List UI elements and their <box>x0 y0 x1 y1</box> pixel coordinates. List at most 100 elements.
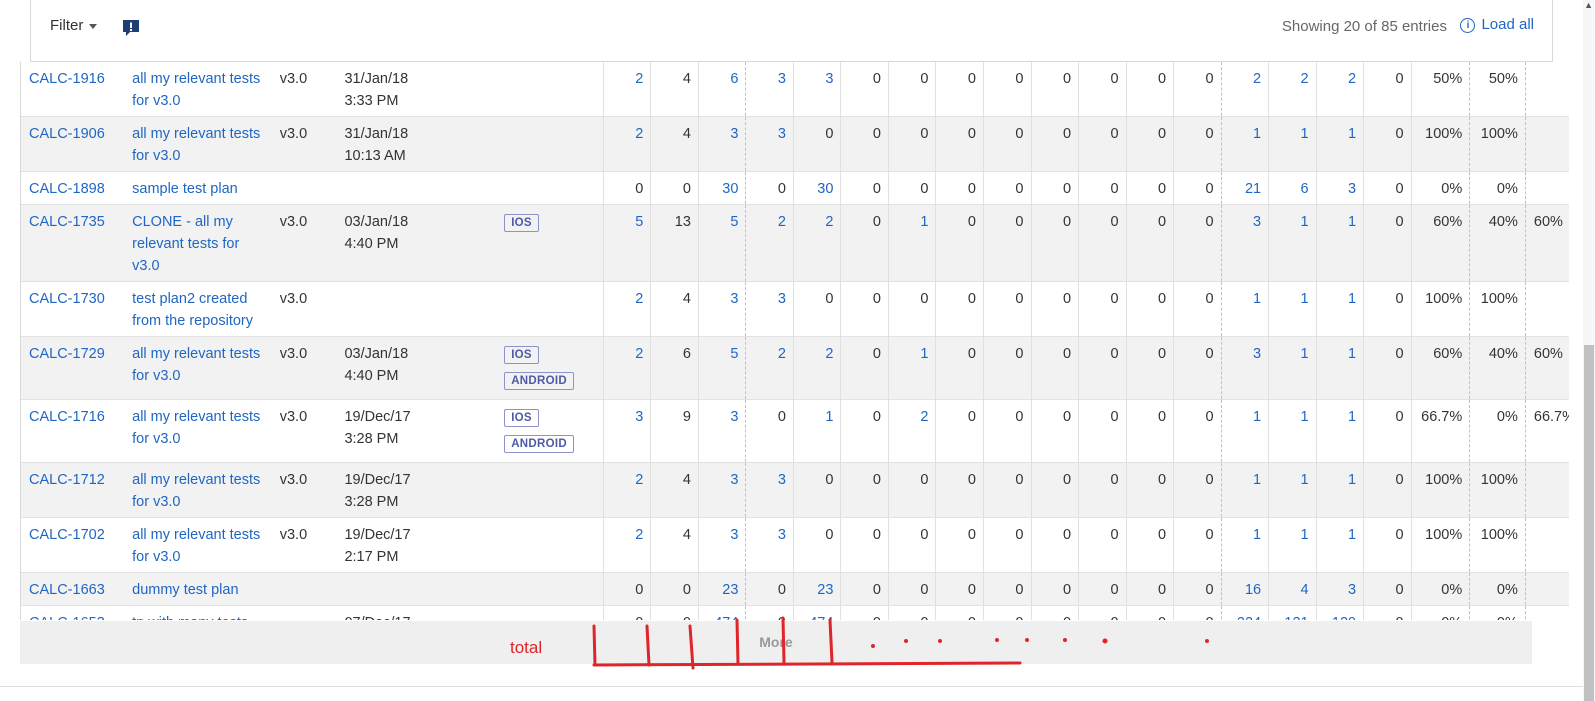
more-button[interactable]: More <box>20 621 1532 664</box>
metric-cell[interactable]: 2 <box>602 517 651 573</box>
metric-cell[interactable]: 16 <box>1220 572 1269 606</box>
issue-key-link[interactable]: CALC-1663 <box>21 573 124 606</box>
filter-dropdown-button[interactable]: Filter <box>50 17 98 34</box>
metric-cell[interactable]: 5 <box>697 336 746 400</box>
metric-cell[interactable]: 1 <box>1268 116 1317 172</box>
issue-key-link[interactable]: CALC-1712 <box>21 463 124 518</box>
metric-cell[interactable]: 224 <box>1220 605 1269 620</box>
metric-cell[interactable]: 3 <box>1315 572 1364 606</box>
metric-cell[interactable]: 3 <box>697 399 746 463</box>
load-all-link[interactable]: i Load all <box>1460 16 1534 33</box>
summary-link[interactable]: sample test plan <box>124 172 272 205</box>
issue-key-link[interactable]: CALC-1906 <box>21 117 124 172</box>
metric-cell[interactable]: 23 <box>697 572 746 606</box>
metric-cell[interactable]: 1 <box>887 336 936 400</box>
summary-link[interactable]: CLONE - all my relevant tests for v3.0 <box>124 205 272 282</box>
metric-cell[interactable]: 3 <box>1220 204 1269 282</box>
metric-cell[interactable]: 2 <box>792 204 841 282</box>
summary-link[interactable]: test plan2 created from the repository <box>124 282 272 337</box>
metric-cell[interactable]: 3 <box>745 462 794 518</box>
metric-cell[interactable]: 1 <box>1315 116 1364 172</box>
summary-link[interactable]: tp with many tests <box>124 606 272 620</box>
metric-cell[interactable]: 1 <box>1268 462 1317 518</box>
metric-cell[interactable]: 6 <box>1268 171 1317 205</box>
metric-cell[interactable]: 2 <box>602 116 651 172</box>
issue-key-link[interactable]: CALC-1730 <box>21 282 124 337</box>
metric-cell[interactable]: 3 <box>1220 336 1269 400</box>
metric-cell[interactable]: 30 <box>792 171 841 205</box>
metric-cell[interactable]: 1 <box>1268 517 1317 573</box>
metric-cell[interactable]: 2 <box>792 336 841 400</box>
environment-tag[interactable]: IOS <box>504 409 539 427</box>
summary-link[interactable]: all my relevant tests for v3.0 <box>124 400 272 463</box>
environment-tag[interactable]: IOS <box>504 214 539 232</box>
metric-cell[interactable]: 5 <box>602 204 651 282</box>
metric-cell[interactable]: 1 <box>1220 462 1269 518</box>
metric-cell[interactable]: 1 <box>1315 462 1364 518</box>
metric-cell[interactable]: 2 <box>745 336 794 400</box>
metric-cell[interactable]: 3 <box>792 62 841 117</box>
metric-cell[interactable]: 2 <box>602 281 651 337</box>
metric-cell[interactable]: 3 <box>745 281 794 337</box>
metric-cell[interactable]: 3 <box>697 462 746 518</box>
metric-cell[interactable]: 3 <box>1315 171 1364 205</box>
metric-cell[interactable]: 1 <box>1315 399 1364 463</box>
metric-cell[interactable]: 2 <box>602 336 651 400</box>
metric-cell[interactable]: 2 <box>1268 62 1317 117</box>
metric-cell[interactable]: 6 <box>697 62 746 117</box>
environment-tag[interactable]: ANDROID <box>504 372 574 390</box>
metric-cell[interactable]: 2 <box>1315 62 1364 117</box>
metric-cell[interactable]: 2 <box>1220 62 1269 117</box>
metric-cell[interactable]: 4 <box>1268 572 1317 606</box>
metric-cell[interactable]: 1 <box>1220 517 1269 573</box>
vertical-scrollbar[interactable]: ▲ <box>1583 0 1595 701</box>
issue-key-link[interactable]: CALC-1916 <box>21 62 124 117</box>
metric-cell[interactable]: 1 <box>1315 281 1364 337</box>
metric-cell[interactable]: 30 <box>697 171 746 205</box>
metric-cell[interactable]: 1 <box>1220 116 1269 172</box>
metric-cell[interactable]: 1 <box>1268 281 1317 337</box>
metric-cell[interactable]: 1 <box>1220 281 1269 337</box>
metric-cell[interactable]: 2 <box>745 204 794 282</box>
metric-cell[interactable]: 1 <box>1268 204 1317 282</box>
summary-link[interactable]: all my relevant tests for v3.0 <box>124 463 272 518</box>
issue-key-link[interactable]: CALC-1729 <box>21 337 124 400</box>
metric-cell[interactable]: 474 <box>792 605 841 620</box>
metric-cell[interactable]: 3 <box>697 517 746 573</box>
metric-cell[interactable]: 1 <box>1268 336 1317 400</box>
issue-key-link[interactable]: CALC-1716 <box>21 400 124 463</box>
environment-tag[interactable]: IOS <box>504 346 539 364</box>
metric-cell[interactable]: 129 <box>1315 605 1364 620</box>
feedback-icon[interactable] <box>121 18 141 38</box>
metric-cell[interactable]: 2 <box>602 62 651 117</box>
metric-cell[interactable]: 5 <box>697 204 746 282</box>
metric-cell[interactable]: 3 <box>697 281 746 337</box>
summary-link[interactable]: all my relevant tests for v3.0 <box>124 518 272 573</box>
summary-link[interactable]: all my relevant tests for v3.0 <box>124 337 272 400</box>
summary-link[interactable]: all my relevant tests for v3.0 <box>124 117 272 172</box>
metric-cell[interactable]: 1 <box>1315 517 1364 573</box>
metric-cell[interactable]: 2 <box>887 399 936 463</box>
scrollbar-thumb[interactable] <box>1584 345 1594 701</box>
summary-link[interactable]: dummy test plan <box>124 573 272 606</box>
metric-cell[interactable]: 3 <box>602 399 651 463</box>
metric-cell[interactable]: 1 <box>792 399 841 463</box>
metric-cell[interactable]: 1 <box>1220 399 1269 463</box>
metric-cell[interactable]: 3 <box>745 517 794 573</box>
metric-cell[interactable]: 121 <box>1268 605 1317 620</box>
issue-key-link[interactable]: CALC-1702 <box>21 518 124 573</box>
issue-key-link[interactable]: CALC-1735 <box>21 205 124 282</box>
metric-cell[interactable]: 2 <box>602 462 651 518</box>
metric-cell[interactable]: 1 <box>887 204 936 282</box>
metric-cell[interactable]: 1 <box>1268 399 1317 463</box>
environment-tag[interactable]: ANDROID <box>504 435 574 453</box>
metric-cell[interactable]: 3 <box>697 116 746 172</box>
issue-key-link[interactable]: CALC-1898 <box>21 172 124 205</box>
scroll-up-icon[interactable]: ▲ <box>1584 0 1593 10</box>
metric-cell[interactable]: 21 <box>1220 171 1269 205</box>
metric-cell[interactable]: 474 <box>697 605 746 620</box>
metric-cell[interactable]: 23 <box>792 572 841 606</box>
metric-cell[interactable]: 1 <box>1315 204 1364 282</box>
summary-link[interactable]: all my relevant tests for v3.0 <box>124 62 272 117</box>
metric-cell[interactable]: 1 <box>1315 336 1364 400</box>
